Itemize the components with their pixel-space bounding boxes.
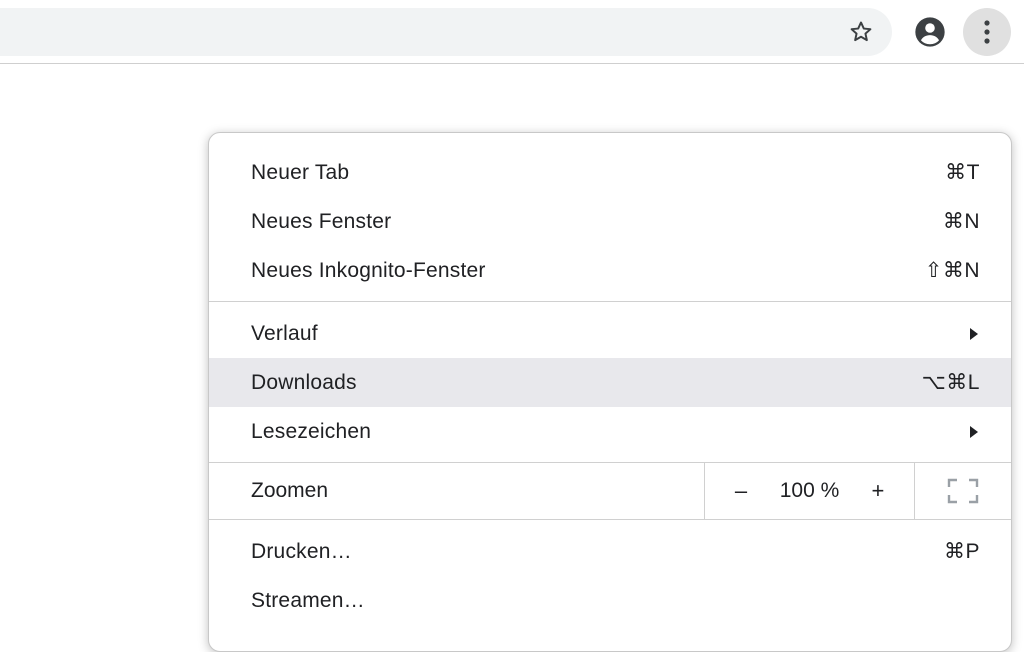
- menu-top-padding: [209, 133, 1011, 148]
- menu-item-shortcut: ⌘P: [943, 540, 980, 563]
- menu-item-label: Downloads: [251, 370, 357, 394]
- menu-item-shortcut: ⌘N: [942, 210, 980, 233]
- menu-item-downloads[interactable]: Downloads ⌥⌘L: [209, 358, 1011, 407]
- account-circle-icon: [915, 17, 945, 47]
- zoom-level: 100 %: [779, 479, 840, 502]
- menu-item-new-window[interactable]: Neues Fenster ⌘N: [209, 197, 1011, 246]
- menu-item-shortcut: ⌥⌘L: [921, 371, 980, 394]
- bookmark-star-button[interactable]: [841, 12, 881, 52]
- menu-item-label: Drucken…: [251, 539, 352, 563]
- bookmark-star-icon: [850, 21, 872, 42]
- profile-button[interactable]: [910, 12, 950, 52]
- menu-item-label: Neues Inkognito-Fenster: [251, 258, 486, 282]
- zoom-row: Zoomen – 100 % +: [209, 463, 1011, 519]
- omnibox[interactable]: [0, 8, 892, 56]
- menu-item-shortcut: ⌘T: [945, 161, 980, 184]
- menu-section-new: Neuer Tab ⌘T Neues Fenster ⌘N Neues Inko…: [209, 148, 1011, 295]
- submenu-arrow-icon: [970, 327, 978, 340]
- menu-item-label: Streamen…: [251, 588, 365, 612]
- menu-item-history[interactable]: Verlauf: [209, 309, 1011, 358]
- menu-separator: [209, 519, 1011, 520]
- browser-menu-button[interactable]: [963, 8, 1011, 56]
- menu-section-history: Verlauf Downloads ⌥⌘L Lesezeichen: [209, 309, 1011, 456]
- browser-menu-dropdown: Neuer Tab ⌘T Neues Fenster ⌘N Neues Inko…: [208, 132, 1012, 652]
- menu-item-print[interactable]: Drucken… ⌘P: [209, 527, 1011, 576]
- zoom-in-button[interactable]: +: [868, 478, 888, 504]
- fullscreen-button[interactable]: [915, 463, 1011, 519]
- zoom-out-button[interactable]: –: [731, 478, 751, 504]
- menu-item-label: Neues Fenster: [251, 209, 392, 233]
- menu-section-print: Drucken… ⌘P Streamen…: [209, 527, 1011, 625]
- menu-item-new-tab[interactable]: Neuer Tab ⌘T: [209, 148, 1011, 197]
- zoom-label: Zoomen: [251, 479, 329, 502]
- submenu-arrow-icon: [970, 425, 978, 438]
- zoom-controls: – 100 % +: [704, 463, 915, 519]
- menu-item-shortcut: ⇧⌘N: [924, 259, 980, 282]
- menu-item-bookmarks[interactable]: Lesezeichen: [209, 407, 1011, 456]
- menu-item-label: Neuer Tab: [251, 160, 350, 184]
- browser-toolbar: [0, 0, 1024, 64]
- three-dots-vertical-icon: [984, 20, 990, 44]
- menu-item-new-incognito-window[interactable]: Neues Inkognito-Fenster ⇧⌘N: [209, 246, 1011, 295]
- fullscreen-icon: [947, 478, 979, 504]
- menu-item-label: Verlauf: [251, 321, 318, 345]
- menu-item-cast[interactable]: Streamen…: [209, 576, 1011, 625]
- menu-separator: [209, 301, 1011, 302]
- menu-item-label: Lesezeichen: [251, 419, 372, 443]
